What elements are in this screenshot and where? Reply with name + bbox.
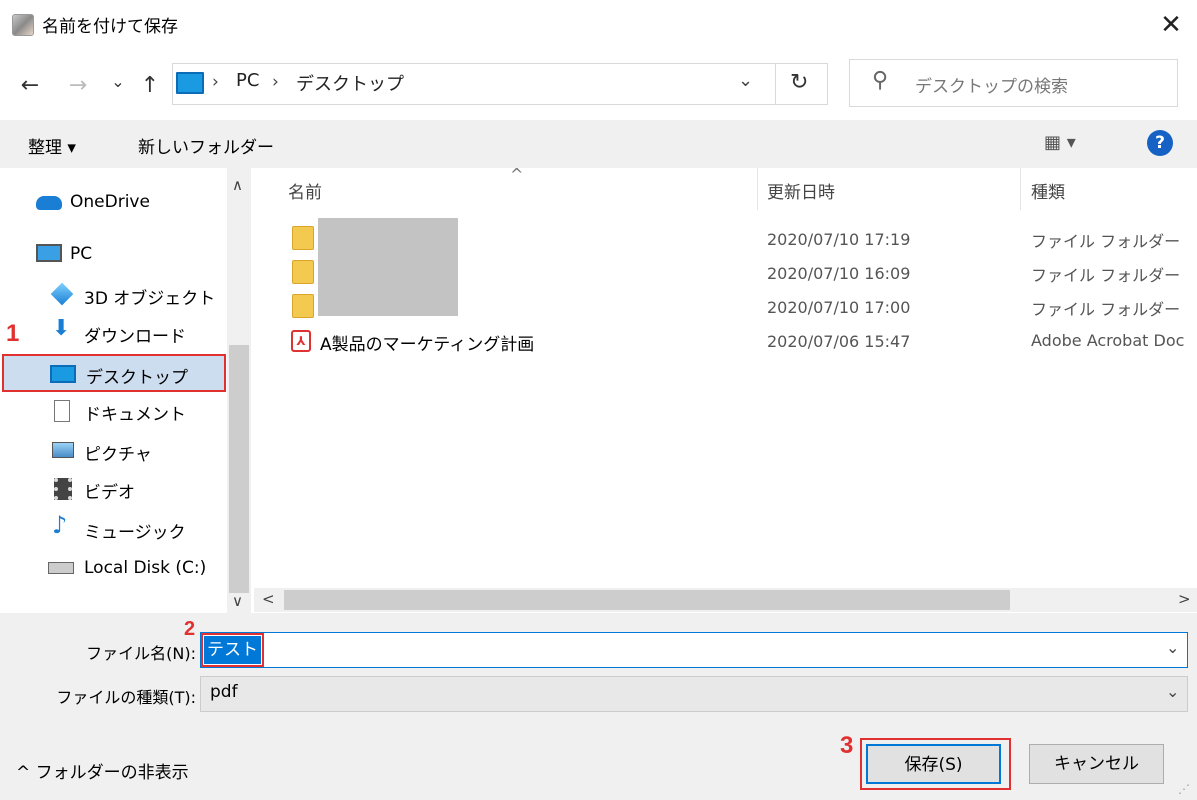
sidebar-item-pictures[interactable]: ピクチャ — [0, 432, 226, 468]
picture-icon — [52, 442, 74, 458]
file-date: 2020/07/10 17:00 — [767, 298, 911, 317]
column-header-type[interactable]: 種類 — [1031, 178, 1065, 203]
scroll-up-icon[interactable]: ∧ — [232, 176, 243, 194]
pc-icon — [176, 72, 204, 94]
folder-icon — [292, 260, 314, 284]
search-placeholder: デスクトップの検索 — [915, 77, 1068, 97]
file-date: 2020/07/10 17:19 — [767, 230, 911, 249]
sort-caret-icon: ^ — [510, 165, 524, 184]
filename-field[interactable] — [200, 632, 1188, 668]
filename-selected-text[interactable]: テスト — [201, 633, 264, 667]
pdf-file-icon: ⅄ — [291, 330, 311, 352]
filetype-value: pdf — [210, 682, 238, 702]
breadcrumb-separator: › — [272, 72, 279, 92]
sidebar-item-label: OneDrive — [70, 192, 150, 212]
organize-button[interactable]: 整理 ▾ — [28, 133, 76, 158]
sidebar-item-3d-objects[interactable]: 3D オブジェクト — [0, 276, 226, 312]
file-name[interactable]: A製品のマーケティング計画 — [320, 330, 534, 355]
resize-grip-icon[interactable]: ⋰ — [1178, 782, 1190, 796]
folder-icon — [292, 226, 314, 250]
filetype-select[interactable] — [200, 676, 1188, 712]
sidebar-item-music[interactable]: ♪ ミュージック — [0, 510, 226, 546]
file-type: Adobe Acrobat Doc — [1031, 331, 1185, 350]
drive-icon — [48, 562, 74, 574]
window-title: 名前を付けて保存 — [42, 17, 178, 37]
forward-arrow-icon[interactable]: → — [64, 68, 92, 104]
pc-icon — [36, 244, 62, 262]
breadcrumb-pc[interactable]: PC — [236, 70, 259, 91]
sidebar-item-label: ドキュメント — [84, 405, 186, 425]
sidebar-item-downloads[interactable]: ⬇ ダウンロード — [0, 314, 226, 350]
sidebar-item-label: ビデオ — [84, 483, 135, 503]
step-marker-1: 1 — [6, 320, 20, 347]
cube-icon — [50, 282, 74, 306]
sidebar-item-local-disk[interactable]: Local Disk (C:) — [0, 550, 226, 586]
title-bar — [0, 0, 1197, 50]
hide-folders-toggle[interactable]: ^ フォルダーの非表示 — [16, 758, 189, 783]
step-marker-3: 3 — [840, 732, 854, 759]
desktop-icon — [50, 365, 76, 383]
music-note-icon: ♪ — [52, 511, 68, 539]
sidebar-item-label: ミュージック — [84, 523, 186, 543]
column-header-name[interactable]: 名前 — [288, 178, 322, 203]
scroll-left-icon[interactable]: < — [262, 590, 275, 608]
sidebar-item-onedrive[interactable]: OneDrive — [0, 184, 226, 220]
filename-label: ファイル名(N): — [86, 644, 196, 663]
sidebar-item-desktop[interactable]: デスクトップ — [2, 354, 226, 392]
file-date: 2020/07/10 16:09 — [767, 264, 911, 283]
sidebar-item-videos[interactable]: ビデオ — [0, 470, 226, 506]
help-icon[interactable]: ? — [1147, 130, 1173, 156]
sidebar-item-pc[interactable]: PC — [0, 236, 226, 272]
download-arrow-icon: ⬇ — [52, 316, 71, 341]
recent-locations-chevron-icon[interactable]: ⌄ — [104, 64, 132, 100]
file-date: 2020/07/06 15:47 — [767, 332, 911, 351]
file-list-scrollbar-thumb[interactable] — [284, 590, 1010, 610]
sidebar-item-label: PC — [70, 244, 93, 264]
sidebar-item-label: Local Disk (C:) — [84, 558, 207, 578]
filetype-label: ファイルの種類(T): — [56, 688, 196, 707]
sidebar-item-documents[interactable]: ドキュメント — [0, 392, 226, 428]
refresh-icon[interactable]: ↻ — [790, 70, 808, 95]
sidebar-item-label: ピクチャ — [84, 445, 152, 465]
column-divider[interactable] — [757, 168, 758, 210]
sidebar-item-label: デスクトップ — [86, 368, 188, 388]
view-options-icon[interactable]: ▦ ▾ — [1044, 132, 1076, 153]
film-icon — [54, 478, 72, 500]
breadcrumb-desktop[interactable]: デスクトップ — [296, 70, 404, 96]
new-folder-button[interactable]: 新しいフォルダー — [138, 133, 274, 158]
sidebar-item-label: 3D オブジェクト — [84, 289, 216, 309]
sidebar-item-label: ダウンロード — [84, 327, 186, 347]
folder-icon — [292, 294, 314, 318]
redacted-folder-names — [318, 218, 458, 316]
close-icon[interactable]: ✕ — [1152, 6, 1190, 44]
file-type: ファイル フォルダー — [1031, 266, 1181, 285]
filetype-dropdown-icon[interactable]: ⌄ — [1166, 682, 1179, 701]
address-dropdown-icon[interactable]: ⌄ — [738, 70, 753, 91]
column-divider[interactable] — [1020, 168, 1021, 210]
app-icon — [12, 14, 34, 36]
scroll-right-icon[interactable]: > — [1178, 590, 1191, 608]
up-arrow-icon[interactable]: ↑ — [136, 68, 164, 104]
filename-dropdown-icon[interactable]: ⌄ — [1166, 638, 1179, 657]
scroll-down-icon[interactable]: ∨ — [232, 592, 243, 610]
step-marker-2: 2 — [184, 618, 196, 640]
document-icon — [54, 400, 70, 422]
address-bar[interactable] — [172, 63, 776, 105]
breadcrumb-separator: › — [212, 72, 219, 92]
cancel-button[interactable]: キャンセル — [1029, 744, 1164, 784]
save-button[interactable]: 保存(S) — [866, 744, 1001, 784]
file-type: ファイル フォルダー — [1031, 300, 1181, 319]
column-header-date[interactable]: 更新日時 — [767, 178, 835, 203]
cloud-icon — [36, 196, 62, 210]
file-type: ファイル フォルダー — [1031, 232, 1181, 251]
nav-scrollbar-thumb[interactable] — [229, 345, 249, 593]
back-arrow-icon[interactable]: ← — [16, 68, 44, 104]
search-icon: ⚲ — [872, 68, 889, 93]
